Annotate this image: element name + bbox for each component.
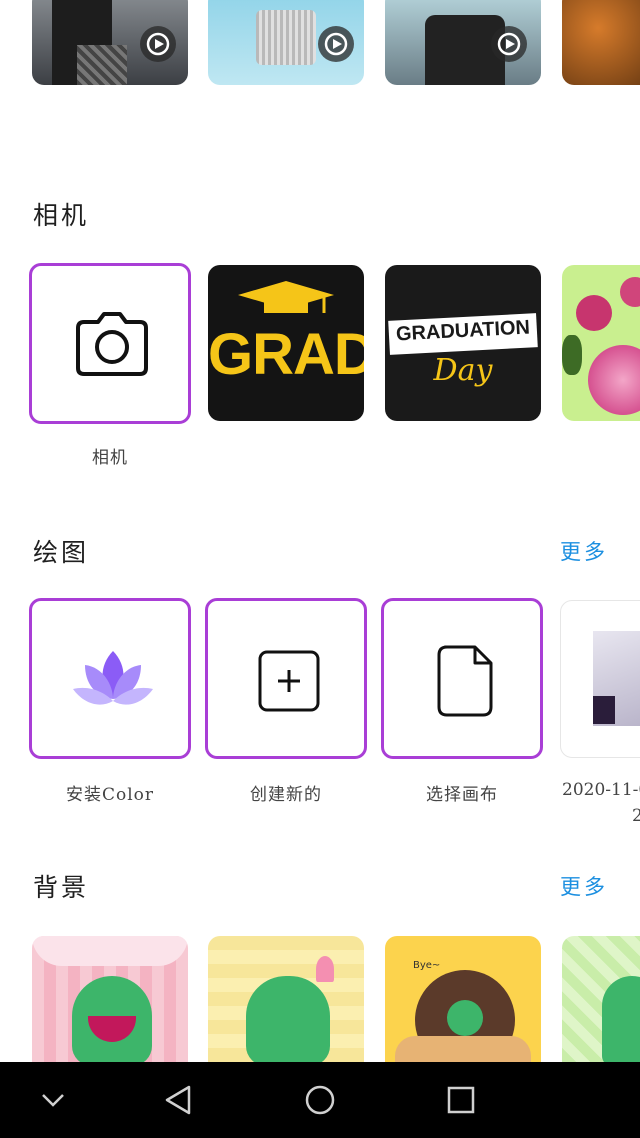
replay-icon (140, 26, 176, 62)
home-icon[interactable] (304, 1084, 336, 1116)
navigation-bar (0, 1062, 640, 1138)
choose-canvas-caption: 选择画布 (426, 785, 498, 805)
replay-icon (491, 26, 527, 62)
install-color-button[interactable] (29, 598, 191, 759)
create-new-caption: 创建新的 (250, 785, 322, 805)
back-icon[interactable] (163, 1084, 193, 1116)
recents-icon[interactable] (447, 1086, 475, 1114)
lotus-icon (73, 651, 153, 705)
replay-icon (318, 26, 354, 62)
camera-section-title: 相机 (33, 201, 90, 230)
recent-drawing-thumbnail[interactable] (560, 600, 640, 758)
bye-text: Bye~ (413, 960, 441, 971)
plus-square-icon (258, 650, 320, 712)
chevron-down-icon[interactable] (40, 1090, 66, 1110)
video-thumbnail-2[interactable] (208, 0, 364, 85)
choose-canvas-button[interactable] (381, 598, 543, 759)
background-thumbnail-2[interactable] (208, 936, 364, 1076)
graduation-cap-icon (238, 281, 334, 313)
background-thumbnail-3[interactable]: Bye~ (385, 936, 541, 1076)
video-thumbnail-3[interactable] (385, 0, 541, 85)
video-thumbnail-1[interactable] (32, 0, 188, 85)
grad-template[interactable]: GRAD (208, 265, 364, 421)
install-color-caption: 安装Color (65, 785, 155, 805)
graduation-day-template[interactable]: GRADUATION Day (385, 265, 541, 421)
background-section-title: 背景 (33, 873, 90, 902)
grad-text: GRAD (208, 322, 364, 387)
blank-file-icon (437, 645, 493, 717)
camera-caption: 相机 (92, 448, 128, 468)
dinosaur-figure (602, 976, 640, 1066)
flowers-template[interactable] (562, 265, 640, 421)
recent-drawing-date-line2: 2 (632, 806, 640, 826)
camera-button[interactable] (29, 263, 191, 424)
create-new-button[interactable] (205, 598, 367, 759)
background-more-link[interactable]: 更多 (560, 871, 608, 901)
video-thumbnail-4[interactable] (562, 0, 640, 85)
dinosaur-figure (246, 976, 330, 1066)
drawing-more-link[interactable]: 更多 (560, 536, 608, 566)
drawing-section-title: 绘图 (33, 538, 90, 567)
camera-icon (76, 312, 148, 376)
day-text: Day (433, 353, 493, 388)
recent-drawing-date: 2020-11-0 (562, 780, 640, 800)
background-thumbnail-4[interactable] (562, 936, 640, 1076)
background-thumbnail-1[interactable] (32, 936, 188, 1076)
